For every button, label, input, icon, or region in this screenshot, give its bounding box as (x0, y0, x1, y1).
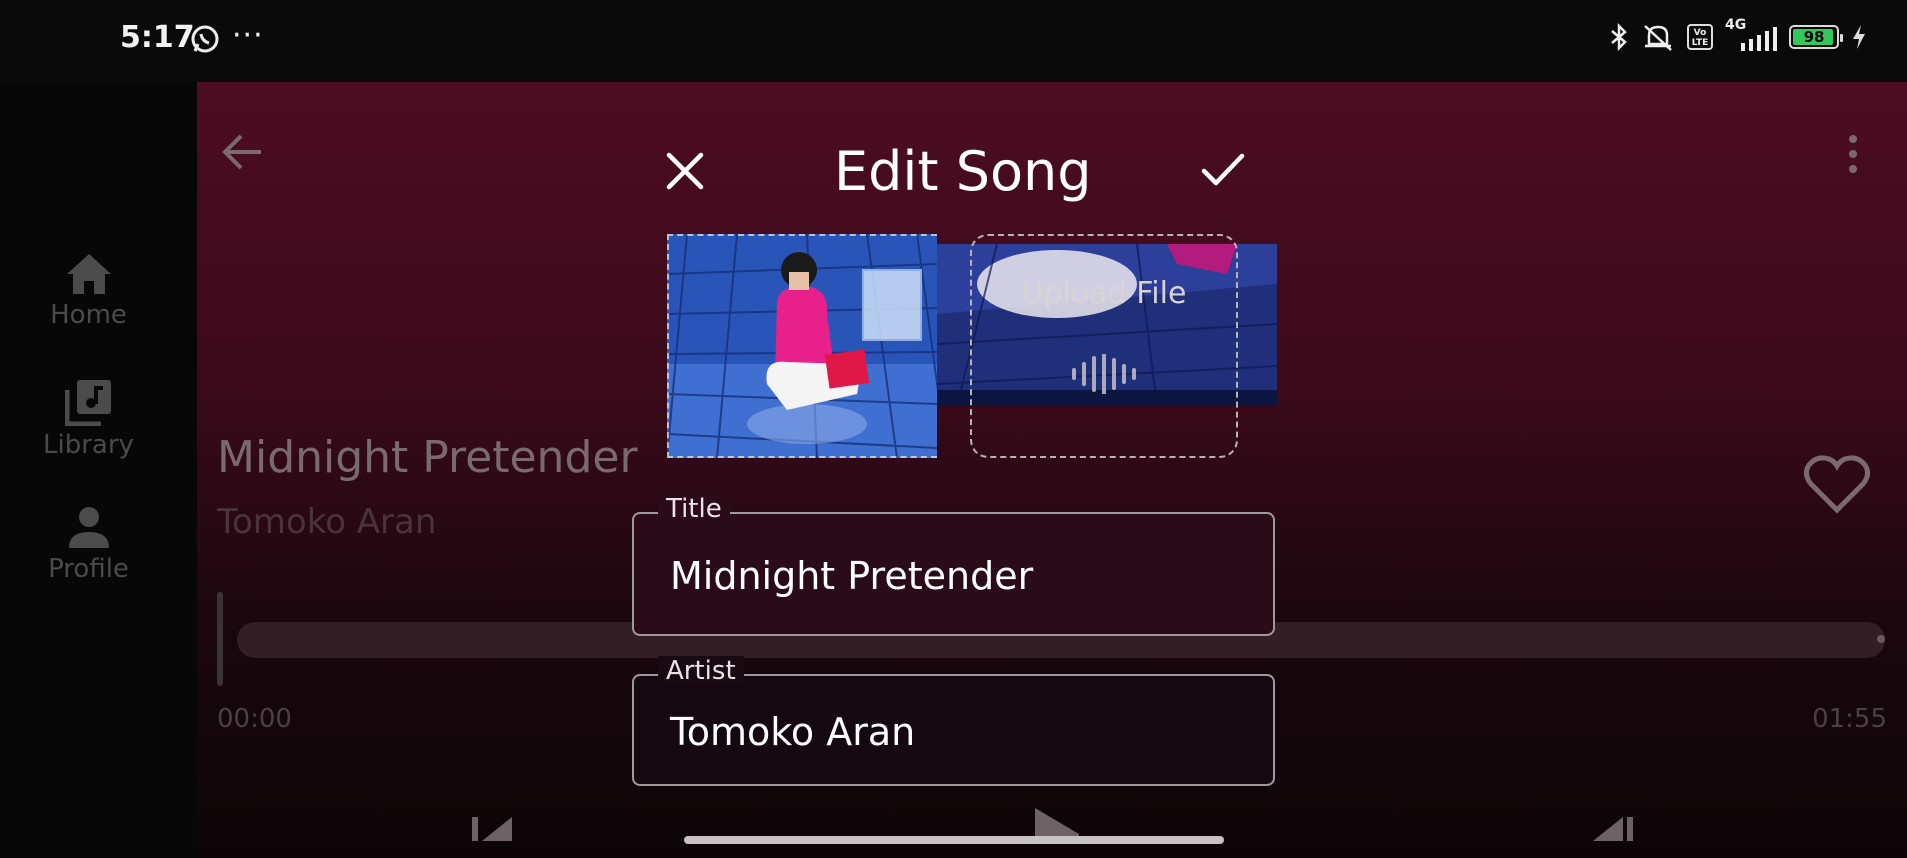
battery-icon: 98 (1789, 25, 1843, 49)
bluetooth-icon (1611, 22, 1627, 52)
skip-previous-icon[interactable] (472, 817, 514, 841)
cover-art-frame (667, 234, 937, 458)
upload-file-dropzone[interactable] (970, 234, 1238, 458)
song-artist: Tomoko Aran (217, 502, 437, 542)
sidebar-item-label: Home (50, 300, 127, 330)
home-indicator[interactable] (684, 836, 1224, 844)
sidebar-item-label: Profile (48, 554, 129, 584)
back-arrow-icon[interactable] (221, 132, 265, 172)
whatsapp-icon (191, 25, 219, 53)
more-vert-icon[interactable] (1847, 134, 1859, 174)
mute-icon (1644, 25, 1672, 51)
signal-icon: 4G (1725, 17, 1777, 51)
artist-input[interactable]: Tomoko Aran (670, 710, 915, 754)
status-time: 5:17 (120, 20, 195, 55)
title-field[interactable]: Title Midnight Pretender (632, 494, 1275, 636)
sidebar-item-label: Library (43, 430, 134, 460)
title-field-label: Title (658, 494, 730, 524)
sidebar-item-profile[interactable]: Profile (0, 506, 177, 584)
upload-file-label: Upload File (1021, 276, 1187, 311)
seek-end-dot (1877, 635, 1885, 643)
time-elapsed: 00:00 (217, 704, 292, 734)
library-music-icon (64, 380, 111, 426)
artist-field-label: Artist (658, 656, 744, 686)
close-icon[interactable] (664, 150, 706, 192)
charging-icon (1853, 25, 1865, 49)
person-icon (68, 507, 109, 548)
artist-field[interactable]: Artist Tomoko Aran (632, 656, 1275, 786)
song-title: Midnight Pretender (217, 432, 638, 483)
more-notifications-icon: ··· (232, 18, 264, 53)
favorite-heart-icon[interactable] (1803, 454, 1871, 514)
dialog-title: Edit Song (834, 140, 1092, 203)
sidebar-item-home[interactable]: Home (0, 252, 177, 330)
status-bar: 5:17 ··· Vo LTE 4G 98 (0, 0, 1907, 82)
home-icon (66, 254, 111, 294)
skip-next-icon[interactable] (1591, 817, 1633, 841)
confirm-check-icon[interactable] (1200, 150, 1246, 190)
sidebar-item-library[interactable]: Library (0, 378, 177, 460)
status-icons: Vo LTE 4G 98 (1609, 17, 1867, 52)
battery-level: 98 (1803, 28, 1825, 46)
title-input[interactable]: Midnight Pretender (670, 554, 1033, 598)
audio-wave-icon (1072, 354, 1136, 394)
sidebar: Home Library Profile (0, 82, 197, 858)
volte-icon: Vo LTE (1687, 24, 1713, 50)
time-total: 01:55 (1812, 704, 1887, 734)
seek-handle[interactable] (217, 592, 223, 686)
